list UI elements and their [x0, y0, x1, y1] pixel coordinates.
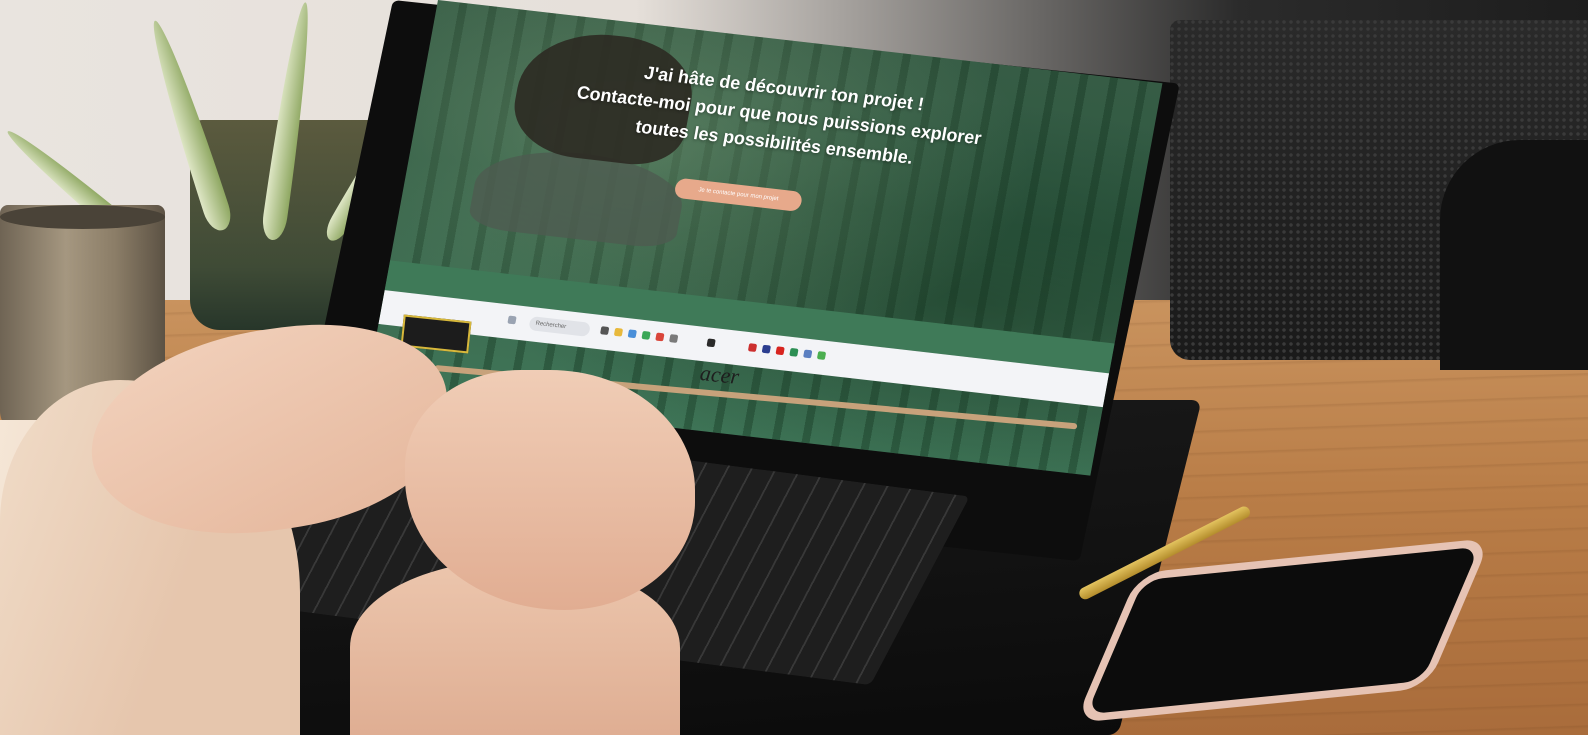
app-icon[interactable]: [789, 347, 799, 357]
app-red-icon[interactable]: [655, 332, 665, 342]
task-view-icon[interactable]: [600, 326, 610, 336]
chrome-icon[interactable]: [641, 330, 651, 340]
browser-icon[interactable]: [627, 329, 637, 339]
mug-rim: [0, 205, 165, 229]
app-icon[interactable]: [761, 344, 771, 354]
photo-scene: J'ai hâte de découvrir ton projet ! Cont…: [0, 0, 1588, 735]
app-icon[interactable]: [668, 334, 679, 343]
app-icon[interactable]: [816, 351, 827, 360]
acrobat-icon[interactable]: [775, 346, 785, 356]
app-icon[interactable]: [803, 349, 813, 359]
chair-shadow: [1440, 140, 1588, 370]
file-explorer-icon[interactable]: [613, 327, 624, 337]
app-icon[interactable]: [747, 343, 758, 353]
taskbar-search-input[interactable]: Rechercher: [528, 316, 591, 337]
windows-start-icon[interactable]: [507, 315, 517, 325]
app-icon[interactable]: [706, 338, 716, 348]
laptop-brand-logo: acer: [698, 360, 741, 389]
